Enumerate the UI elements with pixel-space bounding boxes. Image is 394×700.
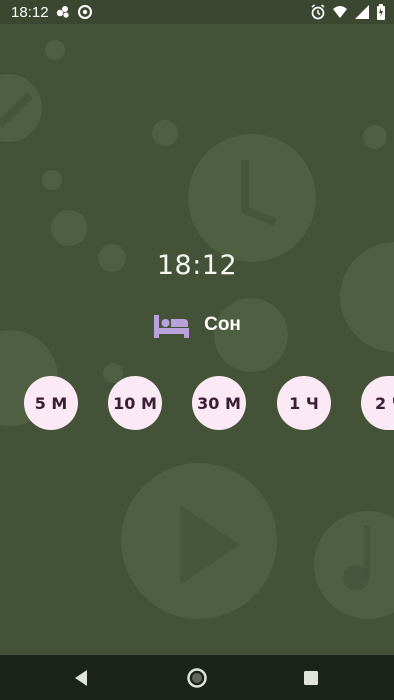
status-bar: 18:12	[0, 0, 394, 24]
timer-5m-button[interactable]: 5 М	[24, 376, 78, 430]
status-time: 18:12	[11, 4, 49, 21]
notification-dots-icon	[55, 4, 71, 20]
timer-10m-button[interactable]: 10 М	[108, 376, 162, 430]
battery-icon	[376, 4, 386, 20]
timer-30m-button[interactable]: 30 М	[192, 376, 246, 430]
bed-icon	[153, 311, 190, 339]
back-icon[interactable]	[71, 667, 93, 689]
recents-icon[interactable]	[300, 667, 322, 689]
wifi-icon	[332, 4, 348, 20]
home-icon[interactable]	[186, 667, 208, 689]
sync-icon	[77, 4, 93, 20]
nav-bar	[0, 655, 394, 700]
timer-1h-button[interactable]: 1 Ч	[277, 376, 331, 430]
alarm-icon	[310, 4, 326, 20]
sleep-label: Сон	[204, 314, 241, 335]
clock-time: 18:12	[156, 250, 238, 281]
signal-icon	[354, 4, 370, 20]
sleep-row[interactable]: Сон	[0, 310, 394, 340]
